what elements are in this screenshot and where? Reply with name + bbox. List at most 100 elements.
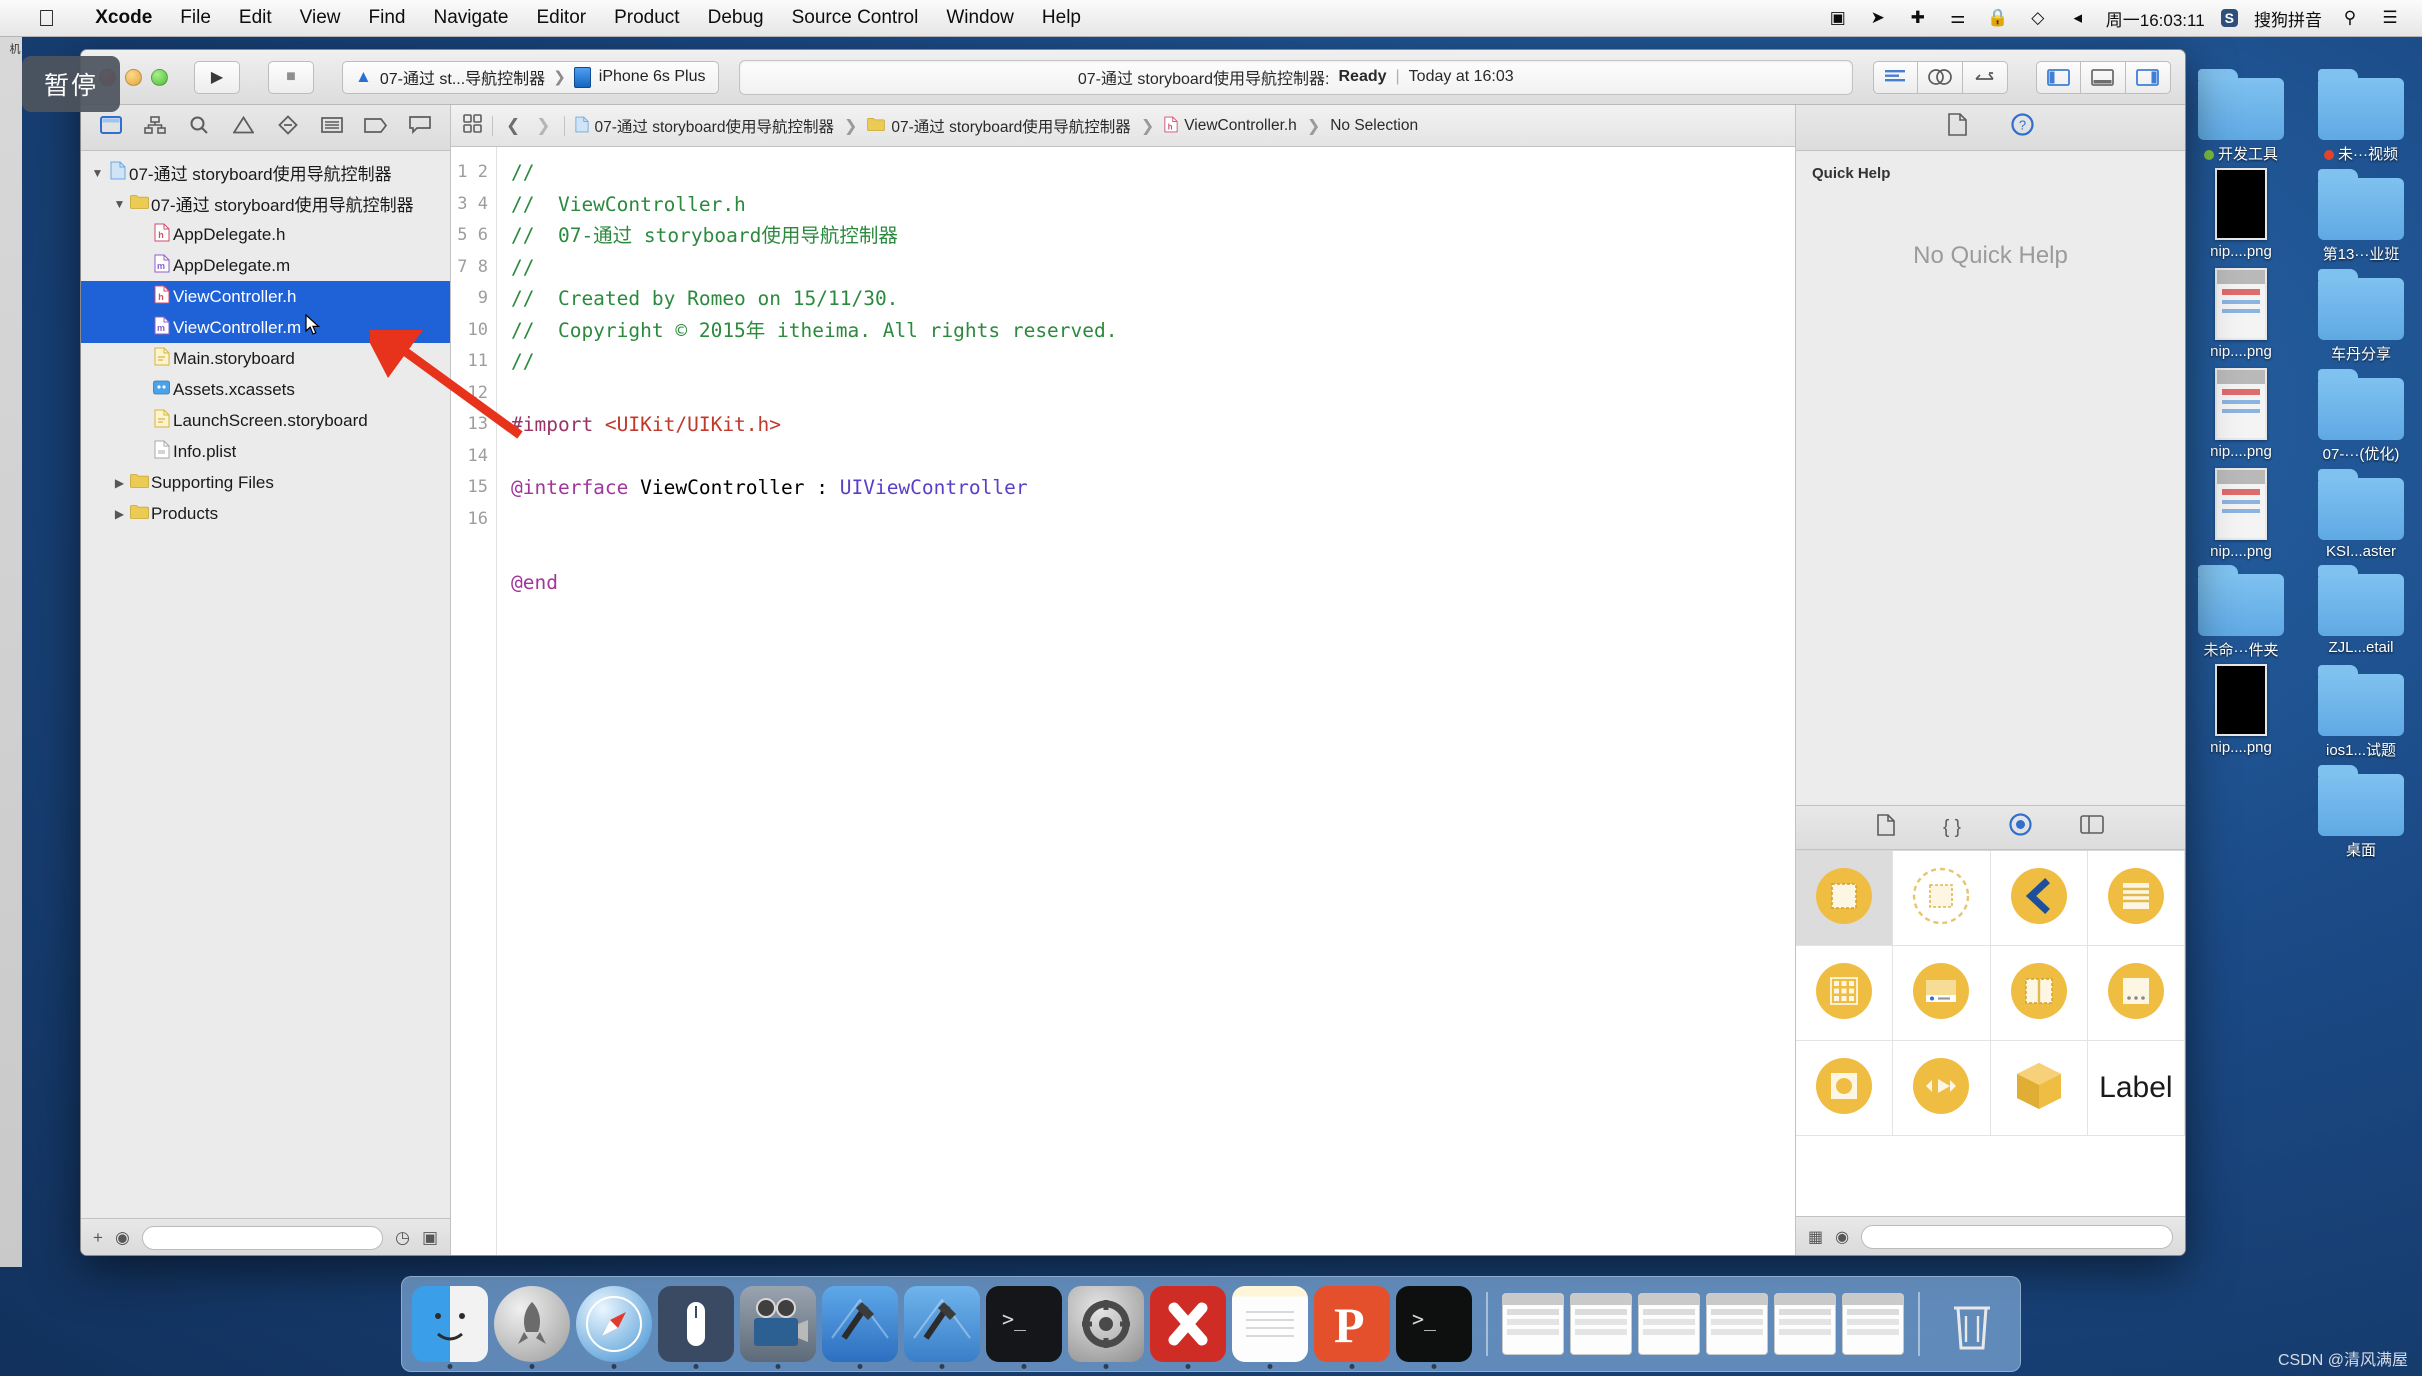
menu-item-edit[interactable]: Edit (225, 7, 286, 29)
dock-mouse-app-icon[interactable] (658, 1286, 734, 1369)
code-snippet-library-icon[interactable]: { } (1943, 817, 1961, 839)
library-cell-table-view-controller-object[interactable] (2087, 851, 2185, 946)
tree-item-appdelegate.h[interactable]: h AppDelegate.h (81, 219, 450, 250)
back-button[interactable]: ❮ (503, 116, 523, 136)
dock-xcode-beta-icon[interactable] (904, 1286, 980, 1369)
run-button[interactable]: ▶ (194, 60, 240, 94)
tree-item-07-storyboard-[interactable]: ▼ 07-通过 storyboard使用导航控制器 (81, 188, 450, 219)
menu-item-help[interactable]: Help (1028, 7, 1095, 29)
unsaved-icon[interactable]: ▣ (422, 1228, 438, 1248)
dock-minimized-window-1[interactable] (1502, 1293, 1564, 1355)
object-library-icon[interactable] (2009, 813, 2032, 842)
dock-notes-icon[interactable] (1232, 1286, 1308, 1369)
disclosure-open-icon[interactable]: ▼ (111, 197, 128, 211)
dock-xmind-icon[interactable] (1150, 1286, 1226, 1369)
zoom-button[interactable] (151, 68, 168, 86)
library-cell-avkit-player-controller-object[interactable] (1893, 1041, 1991, 1136)
disclosure-closed-icon[interactable]: ▶ (111, 476, 128, 490)
menu-item-navigate[interactable]: Navigate (419, 7, 522, 29)
desktop-icon-2[interactable]: 未···视频 (2306, 69, 2416, 164)
breadcrumb[interactable]: 07-通过 storyboard使用导航控制器 ❯ 07-通过 storyboard… (574, 115, 1418, 137)
grid-view-icon[interactable]: ▦ (1808, 1227, 1823, 1247)
tree-item-products[interactable]: ▶ Products (81, 498, 450, 529)
tree-item-viewcontroller.h[interactable]: h ViewController.h (81, 281, 450, 312)
media-library-icon[interactable] (2080, 815, 2104, 840)
lock-icon[interactable]: 🔒 (1986, 8, 2010, 28)
library-cell-page-view-controller-object[interactable] (2087, 946, 2185, 1041)
tree-item-07-storyboard-[interactable]: ▼ 07-通过 storyboard使用导航控制器 (81, 157, 450, 188)
menu-item-xcode[interactable]: Xcode (81, 7, 166, 29)
location-icon[interactable]: ➤ (1866, 8, 1890, 28)
desktop-icon-7[interactable]: nip....png (2186, 368, 2296, 464)
forward-button[interactable]: ❯ (533, 116, 553, 136)
tree-item-viewcontroller.m[interactable]: m ViewController.m (81, 312, 450, 343)
desktop-icon-1[interactable]: 开发工具 (2186, 69, 2296, 164)
plus-icon[interactable]: + (93, 1228, 103, 1248)
project-navigator-icon[interactable] (96, 115, 126, 140)
input-method-label[interactable]: 搜狗拼音 (2254, 6, 2322, 31)
assistant-editor-icon[interactable] (1918, 60, 1963, 94)
tree-item-info.plist[interactable]: Info.plist (81, 436, 450, 467)
library-cell-view-controller-object[interactable] (1893, 851, 1991, 946)
desktop-icon-4[interactable]: 第13···业班 (2306, 169, 2416, 264)
apple-menu-icon[interactable]:  (38, 6, 55, 30)
version-editor-icon[interactable] (1963, 60, 2008, 94)
dock-minimized-window-3[interactable] (1638, 1293, 1700, 1355)
desktop-icon-14[interactable]: ios1...试题 (2306, 665, 2416, 760)
library-cell-tab-bar-controller-object[interactable] (1893, 946, 1991, 1041)
dock-minimized-window-5[interactable] (1774, 1293, 1836, 1355)
breadcrumb-item-3[interactable]: h ViewController.h (1164, 116, 1297, 136)
source-editor[interactable]: 1 2 3 4 5 6 7 8 9 10 11 12 13 14 15 16 /… (451, 147, 1795, 1255)
dock-papers-icon[interactable]: P (1314, 1286, 1390, 1369)
disclosure-open-icon[interactable]: ▼ (89, 166, 106, 180)
breadcrumb-item-2[interactable]: 07-通过 storyboard使用导航控制器 (867, 115, 1131, 137)
file-inspector-icon[interactable] (1947, 113, 1967, 142)
menu-item-product[interactable]: Product (600, 7, 693, 29)
menu-item-find[interactable]: Find (355, 7, 420, 29)
menu-item-editor[interactable]: Editor (522, 7, 600, 29)
library-cell-object-cube-object[interactable] (1990, 1041, 2088, 1136)
quick-help-inspector-icon[interactable]: ? (2010, 113, 2034, 142)
tree-item-main.storyboard[interactable]: Main.storyboard (81, 343, 450, 374)
dock-safari-icon[interactable] (576, 1286, 652, 1369)
dock-system-preferences-icon[interactable] (1068, 1286, 1144, 1369)
tree-item-launchscreen.storyboard[interactable]: LaunchScreen.storyboard (81, 405, 450, 436)
desktop-icon-8[interactable]: 07-···(优化) (2306, 369, 2416, 464)
navigator-filter-field[interactable] (141, 1225, 384, 1250)
input-method-badge[interactable]: S (2220, 9, 2238, 27)
dock-xcode-icon[interactable] (822, 1286, 898, 1369)
standard-editor-icon[interactable] (1873, 60, 1918, 94)
desktop-icon-12[interactable]: ZJL...etail (2306, 565, 2416, 660)
library-cell-collection-view-controller-object[interactable] (1796, 946, 1894, 1041)
desktop-icon-9[interactable]: nip....png (2186, 468, 2296, 560)
dock-launchpad-icon[interactable] (494, 1286, 570, 1369)
utilities-toggle-icon[interactable] (2126, 60, 2171, 94)
library-filter-field[interactable] (1861, 1224, 2173, 1249)
dock-iterm-icon[interactable]: >_ (1396, 1286, 1472, 1369)
debug-navigator-icon[interactable] (317, 116, 347, 139)
tree-item-appdelegate.m[interactable]: m AppDelegate.m (81, 250, 450, 281)
desktop-icon-6[interactable]: 车丹分享 (2306, 269, 2416, 364)
disclosure-closed-icon[interactable]: ▶ (111, 507, 128, 521)
breakpoint-navigator-icon[interactable] (361, 117, 391, 139)
dock-minimized-window-4[interactable] (1706, 1293, 1768, 1355)
menu-item-debug[interactable]: Debug (694, 7, 778, 29)
dock-terminal-icon[interactable]: >_ (986, 1286, 1062, 1369)
scheme-selector[interactable]: ▲ 07-通过 st...导航控制器 ❯ iPhone 6s Plus (342, 60, 719, 94)
menu-item-window[interactable]: Window (932, 7, 1028, 29)
minimize-button[interactable] (125, 68, 142, 86)
dock-finder-icon[interactable] (412, 1286, 488, 1369)
menu-clock[interactable]: 周一16:03:11 (2106, 6, 2205, 31)
test-navigator-icon[interactable] (273, 114, 303, 141)
desktop-icon-10[interactable]: KSI...aster (2306, 469, 2416, 560)
desktop-icon-13[interactable]: nip....png (2186, 664, 2296, 760)
library-cell-view-object[interactable] (1796, 851, 1894, 946)
desktop-icon-3[interactable]: nip....png (2186, 168, 2296, 264)
navigator-toggle-icon[interactable] (2036, 60, 2081, 94)
tree-item-supporting-files[interactable]: ▶ Supporting Files (81, 467, 450, 498)
issue-navigator-icon[interactable] (228, 115, 258, 140)
library-cell-navigation-controller-object[interactable] (1990, 851, 2088, 946)
file-template-library-icon[interactable] (1877, 813, 1895, 842)
vpn-icon[interactable]: ◇ (2026, 8, 2050, 28)
debug-toggle-icon[interactable] (2081, 60, 2126, 94)
